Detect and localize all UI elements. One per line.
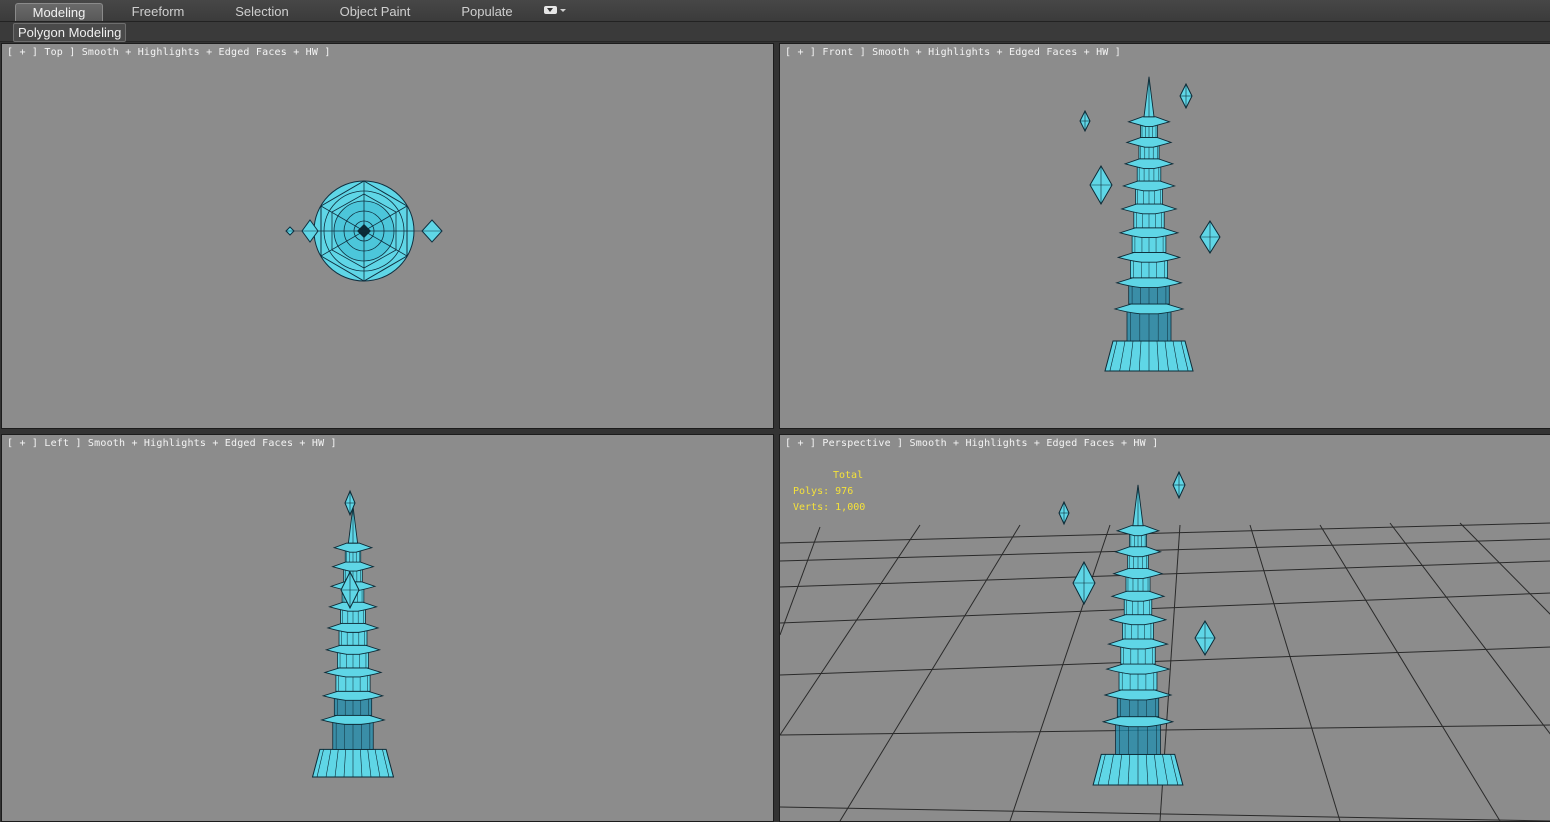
viewport-perspective[interactable]: [ + ] Perspective ] Smooth + Highlights …	[779, 434, 1550, 822]
crystal-marker[interactable]	[1194, 620, 1216, 656]
crystal-marker[interactable]	[1172, 470, 1186, 500]
tab-selection[interactable]: Selection	[218, 3, 306, 20]
crystal-marker[interactable]	[1079, 109, 1091, 133]
pagoda-left-model[interactable]	[311, 506, 395, 778]
tab-object-paint[interactable]: Object Paint	[328, 3, 422, 20]
viewport-point-of-view-menu[interactable]: Perspective	[822, 438, 890, 449]
ribbon-options-dropdown[interactable]	[544, 6, 568, 16]
viewport-label: [ + ] Perspective ] Smooth + Highlights …	[785, 438, 1159, 449]
tab-freeform[interactable]: Freeform	[115, 3, 201, 20]
dropdown-icon	[544, 6, 557, 14]
pagoda-front-model[interactable]	[1104, 76, 1194, 372]
viewport-front[interactable]: [ + ] Front ] Smooth + Highlights + Edge…	[779, 43, 1550, 429]
scene-statistics: Total Polys: 976 Verts: 1,000	[793, 468, 865, 516]
crystal-marker[interactable]	[1199, 220, 1221, 254]
viewport-left[interactable]: [ + ] Left ] Smooth + Highlights + Edged…	[1, 434, 774, 822]
left-view-scene	[311, 489, 395, 778]
crystal-marker[interactable]	[1072, 560, 1096, 606]
stats-polys: Polys: 976	[793, 486, 854, 497]
ribbon-panel-strip: Polygon Modeling	[0, 22, 1550, 42]
tab-modeling[interactable]: Modeling	[15, 3, 103, 21]
stats-verts: Verts: 1,000	[793, 502, 866, 513]
viewport-top[interactable]: [ + ] Top ] Smooth + Highlights + Edged …	[1, 43, 774, 429]
ribbon-tab-bar: Modeling Freeform Selection Object Paint…	[0, 0, 1550, 22]
pagoda-perspective-model[interactable]	[1092, 484, 1184, 786]
crystal-marker[interactable]	[1089, 165, 1113, 205]
chevron-down-icon	[560, 9, 566, 12]
stats-title: Total	[833, 470, 864, 481]
viewport-shading-menu[interactable]: Smooth + Highlights + Edged Faces + HW	[909, 438, 1145, 449]
polygon-modeling-button[interactable]: Polygon Modeling	[13, 23, 127, 42]
crystal-marker[interactable]	[1179, 82, 1193, 110]
tab-populate[interactable]: Populate	[446, 3, 528, 20]
top-view-scene	[285, 180, 443, 282]
perspective-view-scene	[780, 470, 1550, 821]
crystal-marker[interactable]	[1058, 500, 1070, 526]
front-view-scene	[1079, 76, 1221, 372]
viewport-plus-menu[interactable]: +	[797, 438, 803, 449]
